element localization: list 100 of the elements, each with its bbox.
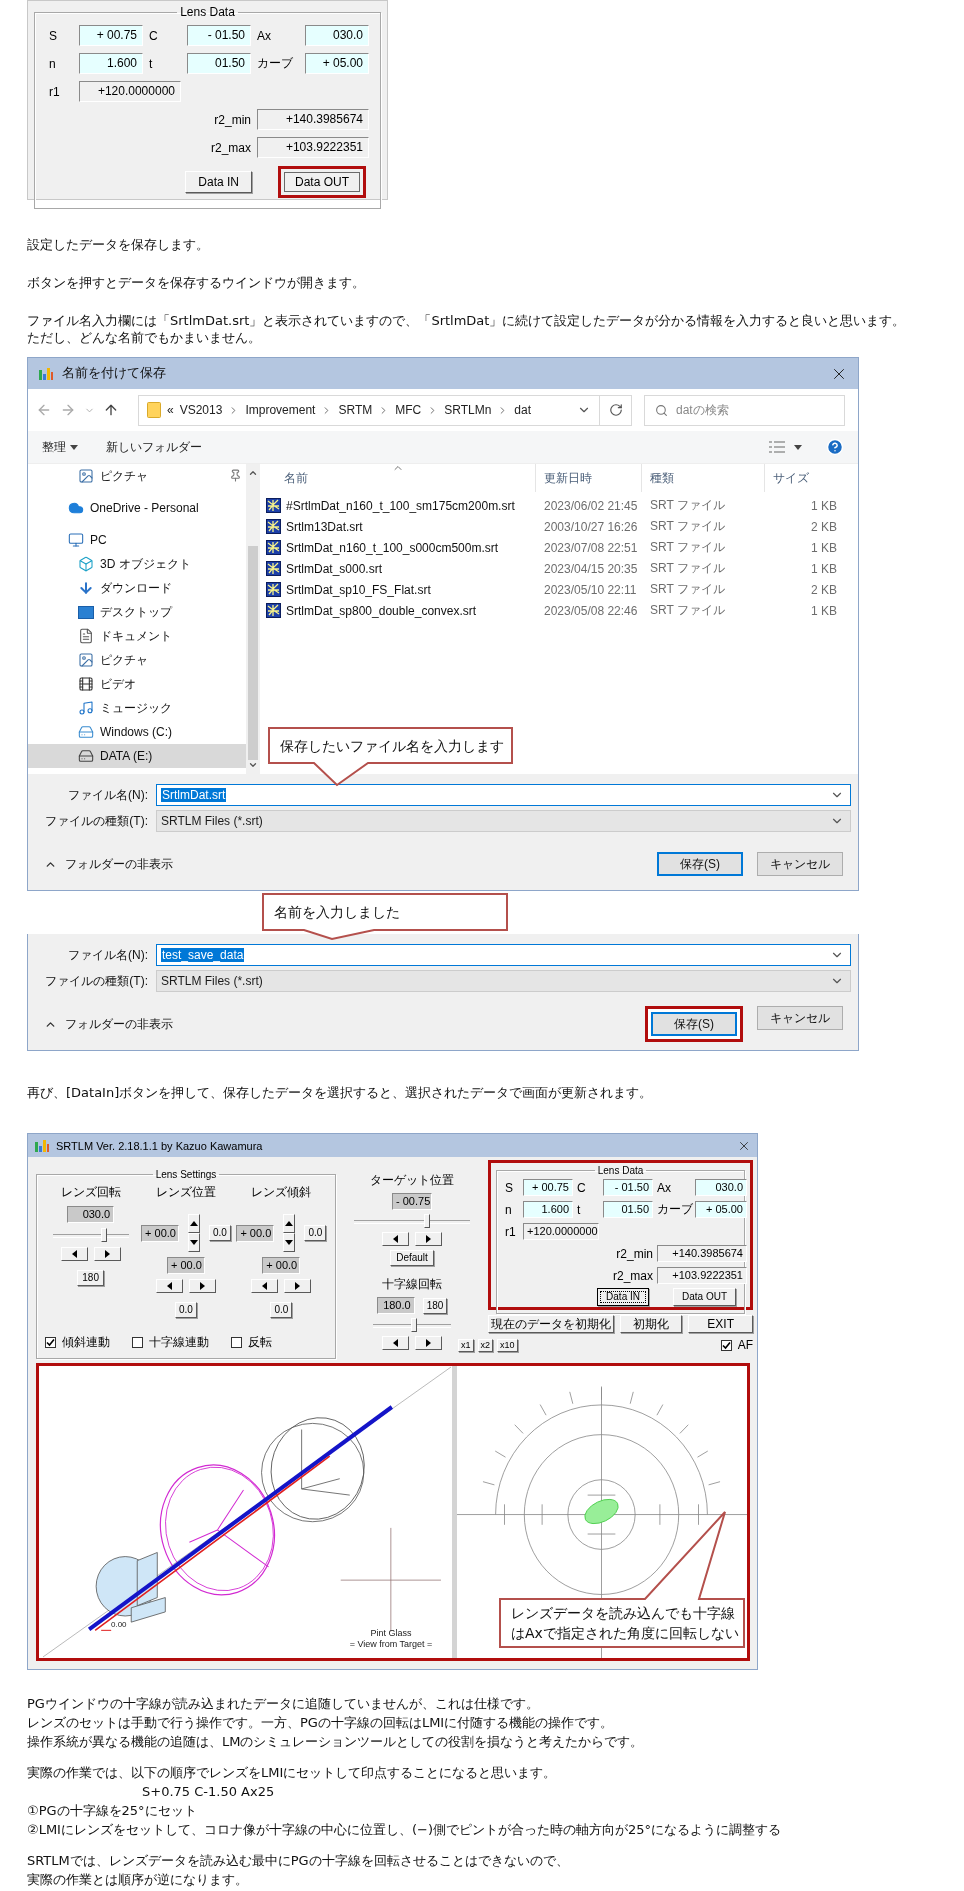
nav-item[interactable]: PC <box>28 528 246 552</box>
dialog-button[interactable]: キャンセル <box>757 852 843 876</box>
nav-item[interactable]: ピクチャ <box>28 464 246 488</box>
slider-thumb[interactable] <box>424 1214 431 1228</box>
spin-up-button[interactable] <box>188 1214 201 1233</box>
value-field[interactable]: + 00.75 <box>79 25 143 46</box>
column-header[interactable]: 名前 <box>260 464 536 492</box>
filetype-dropdown[interactable]: SRTLM Files (*.srt) <box>156 810 851 832</box>
value-field[interactable]: 1.600 <box>79 53 143 74</box>
step-left-button[interactable] <box>382 1232 409 1246</box>
step-left-button[interactable] <box>156 1279 183 1293</box>
nav-item[interactable]: ダウンロード <box>28 576 246 600</box>
path-overflow[interactable]: « <box>167 403 174 417</box>
reset-button[interactable]: 0.0 <box>209 1225 231 1241</box>
path-segment[interactable]: SRTM <box>338 403 373 417</box>
address-bar[interactable]: « VS2013 Improvement SRTM MFC SRTLMn dat <box>138 394 600 426</box>
file-name-cell[interactable]: SrtlmDat_s000.srt <box>260 558 536 579</box>
toolbar-button[interactable]: 整理 <box>42 436 78 458</box>
dialog-button[interactable]: キャンセル <box>757 1006 843 1030</box>
value-field[interactable]: 1.600 <box>523 1201 573 1218</box>
nav-item[interactable]: Windows (C:) <box>28 720 246 744</box>
action-button[interactable]: EXIT <box>688 1315 753 1334</box>
value-field[interactable]: 030.0 <box>695 1179 747 1196</box>
column-header[interactable]: サイズ <box>765 464 837 492</box>
dialog-button[interactable]: 保存(S) <box>657 852 743 876</box>
preset-button[interactable]: 180 <box>77 1270 104 1286</box>
checkbox[interactable] <box>720 1339 732 1351</box>
scroll-up-icon[interactable] <box>248 468 258 478</box>
column-header[interactable]: 種類 <box>642 464 765 492</box>
up-arrow-icon[interactable] <box>103 402 119 418</box>
nav-item[interactable]: ピクチャ <box>28 648 246 672</box>
slider-thumb[interactable] <box>101 1228 108 1242</box>
scrollbar[interactable] <box>246 464 260 774</box>
reset-button[interactable]: 0.0 <box>175 1302 197 1318</box>
hide-folders-toggle[interactable]: フォルダーの非表示 <box>44 855 173 873</box>
step-left-button[interactable] <box>382 1336 409 1350</box>
filename-field[interactable]: test_save_data <box>156 944 851 966</box>
value-field[interactable]: 030.0 <box>305 25 369 46</box>
data-button[interactable]: Data IN <box>185 171 252 194</box>
column-header[interactable]: 更新日時 <box>536 464 642 492</box>
path-segment[interactable]: VS2013 <box>179 403 223 417</box>
path-segment[interactable]: MFC <box>395 403 422 417</box>
nav-item[interactable]: デスクトップ <box>28 600 246 624</box>
refresh-button[interactable] <box>599 394 632 426</box>
hide-folders-toggle[interactable]: フォルダーの非表示 <box>44 1015 173 1033</box>
data-button[interactable]: Data OUT <box>673 1288 736 1306</box>
slider[interactable] <box>354 1214 470 1228</box>
step-right-button[interactable] <box>415 1232 442 1246</box>
value-field[interactable]: 01.50 <box>603 1201 653 1218</box>
file-name-cell[interactable]: SrtlmDat_n160_t_100_s000cm500m.srt <box>260 537 536 558</box>
dialog-button[interactable]: 保存(S) <box>645 1006 743 1042</box>
nav-item[interactable]: ミュージック <box>28 696 246 720</box>
spin-down-button[interactable] <box>188 1233 201 1252</box>
filetype-dropdown[interactable]: SRTLM Files (*.srt) <box>156 970 851 992</box>
nav-item[interactable]: OneDrive - Personal <box>28 496 246 520</box>
default-button[interactable]: Default <box>390 1250 434 1266</box>
data-button[interactable]: Data OUT <box>278 166 366 199</box>
step-left-button[interactable] <box>60 1247 88 1261</box>
step-right-button[interactable] <box>415 1336 442 1350</box>
zoom-button[interactable]: x1 <box>458 1339 474 1352</box>
value-field[interactable]: + 05.00 <box>695 1201 747 1218</box>
nav-item[interactable]: ドキュメント <box>28 624 246 648</box>
step-right-button[interactable] <box>189 1279 216 1293</box>
slider[interactable] <box>52 1228 129 1242</box>
help-icon[interactable] <box>826 438 844 456</box>
search-field[interactable]: datの検索 <box>644 394 845 426</box>
action-button[interactable]: 初期化 <box>620 1315 683 1334</box>
value-field[interactable]: 01.50 <box>187 53 251 74</box>
nav-item[interactable]: DATA (E:) <box>28 744 246 768</box>
slider-thumb[interactable] <box>410 1318 417 1332</box>
spin-up-button[interactable] <box>283 1214 296 1233</box>
checkbox[interactable] <box>132 1337 143 1348</box>
zoom-button[interactable]: x2 <box>477 1339 494 1352</box>
reset-button[interactable]: 0.0 <box>270 1302 293 1318</box>
filename-field[interactable]: SrtlmDat.srt <box>156 784 851 806</box>
toolbar-button[interactable]: 新しいフォルダー <box>106 436 202 458</box>
path-segment[interactable]: Improvement <box>245 403 316 417</box>
scroll-down-icon[interactable] <box>248 760 258 770</box>
slider[interactable] <box>373 1318 451 1332</box>
value-field[interactable]: - 01.50 <box>603 1179 653 1196</box>
step-right-button[interactable] <box>93 1247 121 1261</box>
file-name-cell[interactable]: #SrtlmDat_n160_t_100_sm175cm200m.srt <box>260 495 536 516</box>
zoom-button[interactable]: x10 <box>497 1339 518 1352</box>
path-segment[interactable]: SRTLMn <box>444 403 492 417</box>
step-left-button[interactable] <box>251 1279 279 1293</box>
action-button[interactable]: 現在のデータを初期化 <box>488 1315 614 1334</box>
spin-down-button[interactable] <box>283 1233 296 1252</box>
step-right-button[interactable] <box>284 1279 312 1293</box>
data-button[interactable]: Data IN <box>597 1288 649 1306</box>
path-segment[interactable]: dat <box>514 403 532 417</box>
checkbox[interactable] <box>45 1337 56 1348</box>
checkbox[interactable] <box>231 1337 242 1348</box>
preset-button[interactable]: 180 <box>422 1297 448 1314</box>
value-field[interactable]: - 01.50 <box>187 25 251 46</box>
file-name-cell[interactable]: SrtlmDat_sp10_FS_Flat.srt <box>260 579 536 600</box>
value-field[interactable]: + 05.00 <box>305 53 369 74</box>
value-field[interactable]: + 00.75 <box>523 1179 573 1196</box>
nav-item[interactable]: 3D オブジェクト <box>28 552 246 576</box>
file-name-cell[interactable]: Srtlm13Dat.srt <box>260 516 536 537</box>
nav-item[interactable]: ビデオ <box>28 672 246 696</box>
